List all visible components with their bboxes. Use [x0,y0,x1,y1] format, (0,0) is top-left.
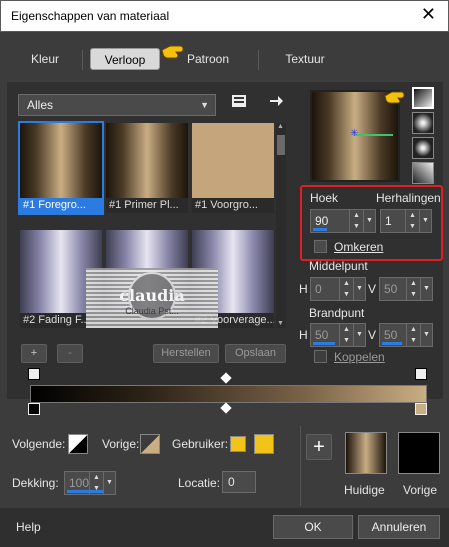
user-label: Gebruiker: [172,437,229,451]
reset-button[interactable]: Herstellen [153,344,219,363]
title-bar: Eigenschappen van materiaal ✕ [0,0,449,32]
tab-patroon[interactable]: Patroon [182,48,234,70]
location-label: Locatie: [178,476,221,490]
prev-color-swatch[interactable] [140,434,160,454]
gradient-thumb-2[interactable]: #1 Primer Pl... [106,123,188,213]
center-v-input[interactable]: 50 ▲ ▼ ▼ [379,277,433,301]
top-left-marker-icon[interactable] [28,368,40,380]
cancel-button[interactable]: Annuleren [358,515,440,539]
linear-style-button[interactable] [412,87,434,109]
previous-swatch[interactable] [398,432,440,474]
center-v-label: V [368,282,377,296]
save-button[interactable]: Opslaan [225,344,286,363]
radial-style-button[interactable] [412,137,434,159]
tab-kleur[interactable]: Kleur [15,48,75,70]
remove-gradient-button[interactable]: - [57,344,83,363]
center-h-input[interactable]: 0 ▲ ▼ ▼ [310,277,366,301]
invert-label: Omkeren [334,240,384,254]
link-checkbox[interactable] [314,350,327,363]
add-swatch-button[interactable]: + [306,434,332,460]
user-color-swatch-2[interactable] [254,434,274,454]
focal-h-label: H [299,328,308,342]
current-swatch[interactable] [345,432,387,474]
gradient-thumb-3[interactable]: #1 Voorgro... [192,123,274,213]
invert-checkbox[interactable] [314,240,327,253]
window-title: Eigenschappen van materiaal [11,9,170,23]
arrow-right-icon[interactable] [268,93,284,109]
link-label: Koppelen [334,350,385,364]
current-label: Huidige [344,483,385,497]
focal-label: Brandpunt [309,306,365,320]
thumb-scrollbar[interactable]: ▲ ▼ [276,123,286,328]
opacity-input[interactable]: 100 ▲ ▼ ▼ [64,471,116,495]
pointer-hand-icon-2 [384,88,406,104]
stop-right-icon[interactable] [415,403,427,415]
chevron-down-icon: ▼ [200,100,209,110]
focal-v-label: V [368,328,377,342]
watermark-logo: claudia Claudia Pst... [86,268,218,328]
add-gradient-button[interactable]: + [21,344,47,363]
stop-left-icon[interactable] [28,403,40,415]
pointer-hand-icon [160,40,184,60]
repeats-input[interactable]: 1 ▲ ▼ ▼ [380,209,432,233]
angle-input[interactable]: 90 ▲ ▼ ▼ [310,209,376,233]
user-color-swatch[interactable] [230,436,246,452]
focal-h-input[interactable]: 50 ▲ ▼ ▼ [310,323,366,347]
prev-label: Vorige: [102,437,140,451]
bottom-midpoint-icon[interactable] [220,402,232,414]
repeats-label: Herhalingen [376,191,441,205]
center-label: Middelpunt [309,259,368,273]
opacity-label: Dekking: [12,476,59,490]
library-icon[interactable] [231,93,247,109]
gradient-ramp[interactable] [30,385,427,403]
location-input[interactable]: 0 [222,471,256,493]
center-h-label: H [299,282,308,296]
sunburst-style-button[interactable] [412,162,434,184]
center-marker-icon: ✳ [350,128,359,139]
top-right-marker-icon[interactable] [415,368,427,380]
next-label: Volgende: [12,437,66,451]
close-icon[interactable]: ✕ [421,4,436,25]
category-select[interactable]: Alles ▼ [18,94,216,116]
ok-button[interactable]: OK [273,515,353,539]
tab-textuur[interactable]: Textuur [272,48,338,70]
focal-v-input[interactable]: 50 ▲ ▼ ▼ [379,323,433,347]
help-link[interactable]: Help [16,520,41,534]
rectangular-style-button[interactable] [412,112,434,134]
divider [300,426,301,506]
gradient-thumb-1[interactable]: #1 Foregro... [18,121,104,215]
tab-verloop[interactable]: Verloop [90,48,160,70]
next-color-swatch[interactable] [68,434,88,454]
previous-label: Vorige [403,483,438,497]
angle-label: Hoek [310,191,339,205]
